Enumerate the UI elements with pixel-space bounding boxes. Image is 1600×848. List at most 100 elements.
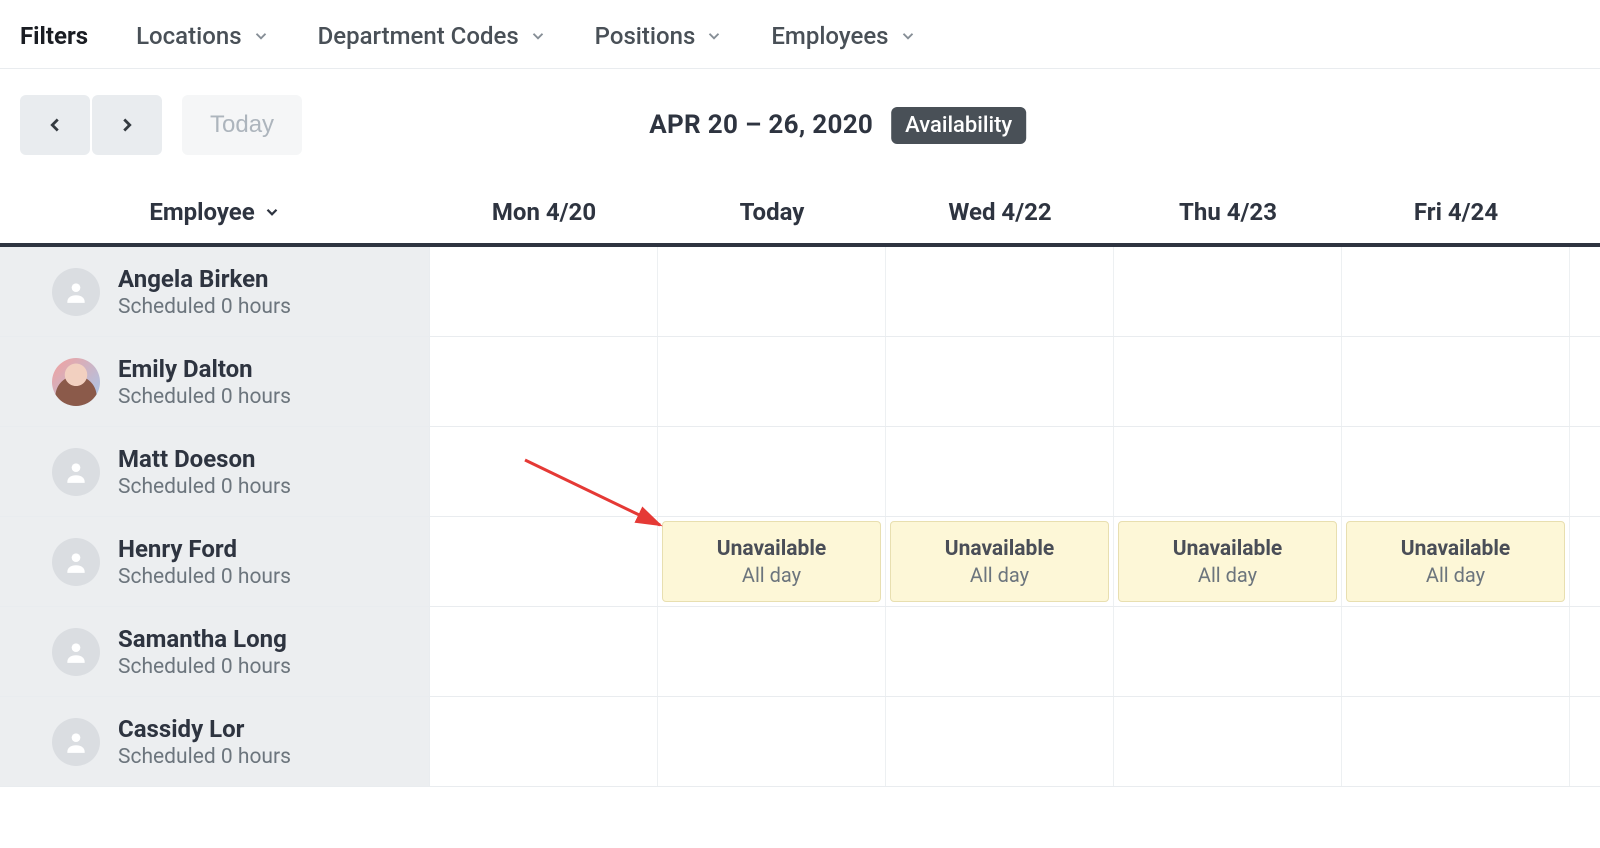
day-cell[interactable] (1114, 607, 1342, 696)
employee-name: Emily Dalton (118, 355, 291, 383)
table-row: Cassidy LorScheduled 0 hours (0, 697, 1600, 787)
chevron-down-icon (263, 203, 281, 221)
filter-locations[interactable]: Locations (136, 22, 269, 50)
availability-badge[interactable]: Availability (891, 107, 1026, 144)
day-cell[interactable] (886, 427, 1114, 516)
day-cell[interactable]: UnavailableAll day (1342, 517, 1570, 606)
avatar-photo (52, 358, 100, 406)
day-cell[interactable] (1342, 247, 1570, 336)
avatar-placeholder (52, 538, 100, 586)
table-row: Henry FordScheduled 0 hoursUnavailableAl… (0, 517, 1600, 607)
day-cell[interactable] (658, 337, 886, 426)
unavailable-block[interactable]: UnavailableAll day (890, 521, 1109, 602)
day-cell[interactable] (1342, 337, 1570, 426)
day-cell[interactable] (1342, 697, 1570, 786)
employee-scheduled-hours: Scheduled 0 hours (118, 565, 291, 589)
day-cell[interactable] (1342, 427, 1570, 516)
filter-employees[interactable]: Employees (771, 22, 916, 50)
filters-label: Filters (20, 22, 88, 50)
employee-name: Samantha Long (118, 625, 291, 653)
filter-positions-label: Positions (595, 22, 696, 50)
employee-cell[interactable]: Samantha LongScheduled 0 hours (0, 607, 430, 696)
employee-column-header[interactable]: Employee (0, 198, 430, 226)
day-cell[interactable] (430, 697, 658, 786)
employee-cell[interactable]: Angela BirkenScheduled 0 hours (0, 247, 430, 336)
employee-scheduled-hours: Scheduled 0 hours (118, 745, 291, 769)
employee-name: Angela Birken (118, 265, 291, 293)
employee-info: Matt DoesonScheduled 0 hours (118, 445, 291, 499)
avatar-placeholder (52, 628, 100, 676)
day-cell[interactable] (430, 607, 658, 696)
filter-bar: Filters Locations Department Codes Posit… (0, 0, 1600, 69)
today-button[interactable]: Today (182, 95, 302, 155)
employee-cell[interactable]: Matt DoesonScheduled 0 hours (0, 427, 430, 516)
filter-locations-label: Locations (136, 22, 241, 50)
day-cell[interactable]: UnavailableAll day (1114, 517, 1342, 606)
filter-department-codes[interactable]: Department Codes (318, 22, 547, 50)
unavailable-title: Unavailable (945, 537, 1054, 561)
employee-cell[interactable]: Emily DaltonScheduled 0 hours (0, 337, 430, 426)
day-cell[interactable] (1114, 337, 1342, 426)
filter-positions[interactable]: Positions (595, 22, 724, 50)
day-cell[interactable] (430, 247, 658, 336)
filter-employees-label: Employees (771, 22, 888, 50)
unavailable-title: Unavailable (717, 537, 826, 561)
day-cell[interactable] (430, 517, 658, 606)
grid-header: Employee Mon 4/20 Today Wed 4/22 Thu 4/2… (0, 181, 1600, 243)
day-cell[interactable] (886, 337, 1114, 426)
employee-cell[interactable]: Henry FordScheduled 0 hours (0, 517, 430, 606)
chevron-left-icon (44, 114, 66, 136)
day-cell[interactable] (430, 427, 658, 516)
employee-info: Samantha LongScheduled 0 hours (118, 625, 291, 679)
employee-cell[interactable]: Cassidy LorScheduled 0 hours (0, 697, 430, 786)
day-cell[interactable] (658, 607, 886, 696)
day-cell[interactable] (658, 697, 886, 786)
schedule-grid: Angela BirkenScheduled 0 hoursEmily Dalt… (0, 243, 1600, 787)
avatar-placeholder (52, 268, 100, 316)
prev-week-button[interactable] (20, 95, 90, 155)
unavailable-title: Unavailable (1401, 537, 1510, 561)
chevron-right-icon (116, 114, 138, 136)
day-cell[interactable] (658, 427, 886, 516)
unavailable-block[interactable]: UnavailableAll day (1118, 521, 1337, 602)
unavailable-block[interactable]: UnavailableAll day (1346, 521, 1565, 602)
day-cell[interactable] (1114, 247, 1342, 336)
employee-scheduled-hours: Scheduled 0 hours (118, 655, 291, 679)
date-range: APR 20 – 26, 2020 (649, 110, 873, 140)
filter-department-codes-label: Department Codes (318, 22, 519, 50)
day-cell[interactable] (1342, 607, 1570, 696)
avatar-placeholder (52, 718, 100, 766)
unavailable-detail: All day (742, 563, 801, 587)
day-header: Thu 4/23 (1114, 198, 1342, 226)
employee-scheduled-hours: Scheduled 0 hours (118, 295, 291, 319)
unavailable-block[interactable]: UnavailableAll day (662, 521, 881, 602)
table-row: Angela BirkenScheduled 0 hours (0, 247, 1600, 337)
day-cell[interactable] (886, 697, 1114, 786)
employee-scheduled-hours: Scheduled 0 hours (118, 475, 291, 499)
employee-info: Emily DaltonScheduled 0 hours (118, 355, 291, 409)
day-header: Mon 4/20 (430, 198, 658, 226)
day-cell[interactable] (658, 247, 886, 336)
chevron-down-icon (252, 27, 270, 45)
unavailable-detail: All day (1198, 563, 1257, 587)
day-cell[interactable]: UnavailableAll day (658, 517, 886, 606)
day-cell[interactable]: UnavailableAll day (886, 517, 1114, 606)
employee-name: Matt Doeson (118, 445, 291, 473)
table-row: Emily DaltonScheduled 0 hours (0, 337, 1600, 427)
date-range-wrap: APR 20 – 26, 2020 Availability (649, 107, 1026, 144)
chevron-down-icon (899, 27, 917, 45)
day-cell[interactable] (1114, 427, 1342, 516)
chevron-down-icon (529, 27, 547, 45)
unavailable-detail: All day (1426, 563, 1485, 587)
day-cell[interactable] (886, 247, 1114, 336)
day-cell[interactable] (886, 607, 1114, 696)
day-cell[interactable] (430, 337, 658, 426)
employee-name: Henry Ford (118, 535, 291, 563)
table-row: Matt DoesonScheduled 0 hours (0, 427, 1600, 517)
day-header: Today (658, 198, 886, 226)
employee-info: Henry FordScheduled 0 hours (118, 535, 291, 589)
day-header: Fri 4/24 (1342, 198, 1570, 226)
next-week-button[interactable] (92, 95, 162, 155)
avatar-placeholder (52, 448, 100, 496)
day-cell[interactable] (1114, 697, 1342, 786)
